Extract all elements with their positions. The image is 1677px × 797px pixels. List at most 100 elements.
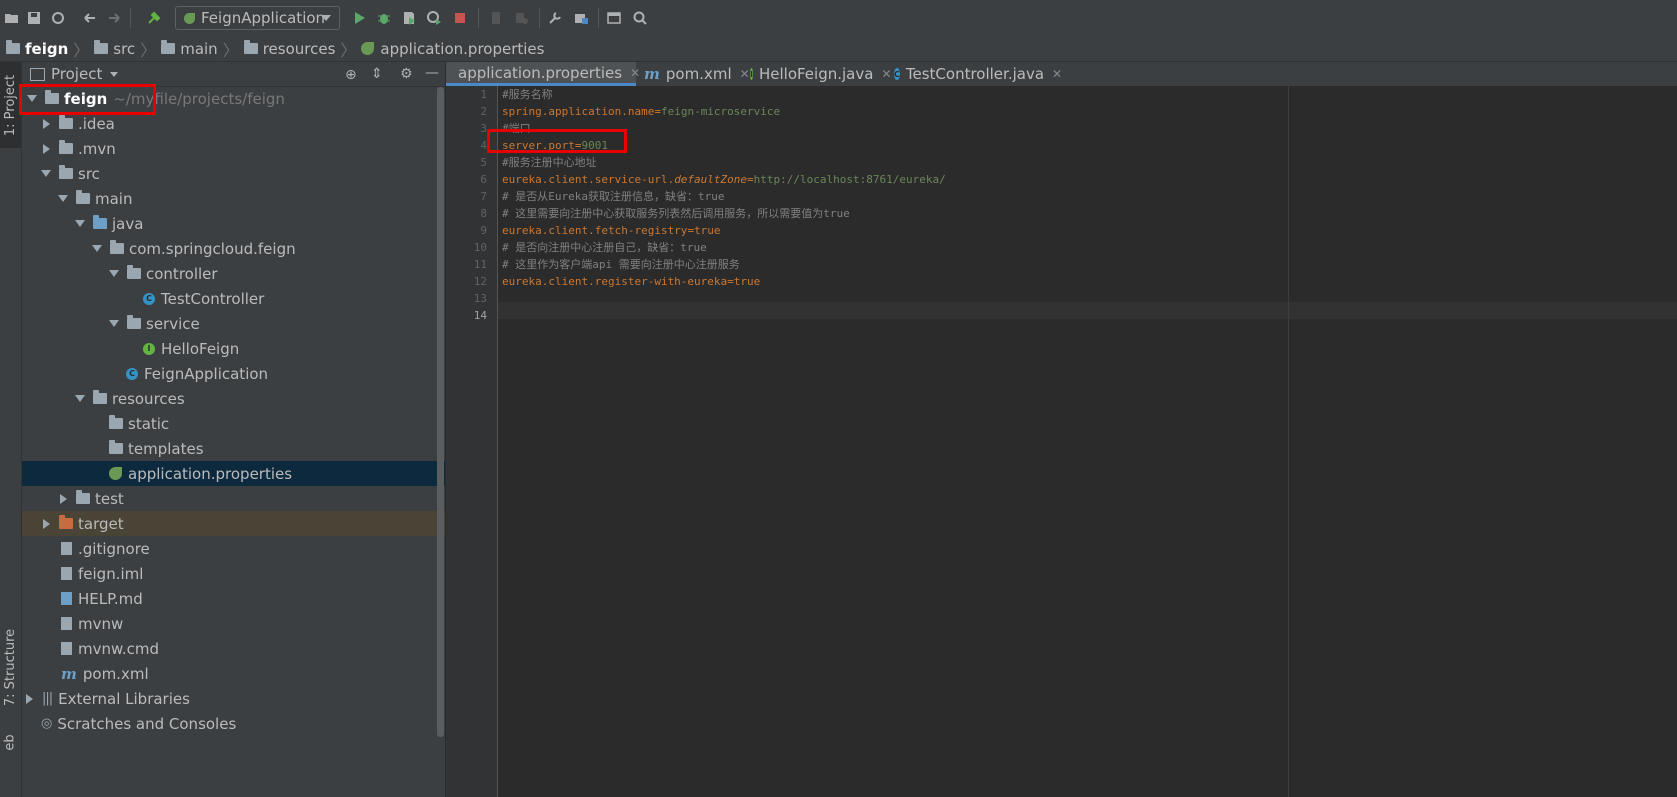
sync-icon[interactable] xyxy=(48,8,68,28)
tree-item-help-md[interactable]: HELP.md xyxy=(22,586,445,611)
expand-arrow-icon[interactable] xyxy=(58,195,68,202)
run-configuration-select[interactable]: FeignApplication xyxy=(175,6,340,30)
package-icon xyxy=(110,240,124,254)
line-number: 4 xyxy=(480,139,487,152)
tree-item-pom-xml[interactable]: m pom.xml xyxy=(22,661,445,686)
project-structure-icon[interactable] xyxy=(571,8,591,28)
tree-item-target[interactable]: target xyxy=(22,511,445,536)
tab-web-tool-window[interactable]: eb xyxy=(0,727,21,757)
tree-item-application-properties[interactable]: application.properties xyxy=(22,461,445,486)
breadcrumb-item-resources[interactable]: resources xyxy=(243,40,335,58)
debug-icon[interactable] xyxy=(374,8,394,28)
build-icon[interactable] xyxy=(144,8,164,28)
line-number: 12 xyxy=(473,275,487,288)
save-icon[interactable] xyxy=(24,8,44,28)
code-line-7: # 是否从Eureka获取注册信息，缺省：true xyxy=(502,190,725,203)
close-icon[interactable]: ✕ xyxy=(1052,67,1062,81)
collapse-arrow-icon[interactable] xyxy=(43,118,50,129)
expand-arrow-icon[interactable] xyxy=(92,245,102,252)
collapse-all-icon[interactable]: ⇕ xyxy=(371,66,383,82)
folder-icon xyxy=(94,40,109,54)
tree-item-feign-iml[interactable]: feign.iml xyxy=(22,561,445,586)
tree-item-controller[interactable]: controller xyxy=(22,261,445,286)
folder-icon xyxy=(161,40,176,54)
code-line-8: # 这里需要向注册中心获取服务列表然后调用服务，所以需要值为true xyxy=(502,207,850,220)
tree-item-external-libraries[interactable]: ||| External Libraries xyxy=(22,686,445,711)
tree-item-scratches[interactable]: ◎ Scratches and Consoles xyxy=(22,711,445,736)
source-folder-icon xyxy=(93,215,107,229)
line-number: 13 xyxy=(473,292,487,305)
collapse-arrow-icon[interactable] xyxy=(43,518,50,529)
line-number-gutter[interactable]: 1 2 3 4 5 6 7 8 9 10 11 12 13 14 xyxy=(446,86,498,797)
line-number: 2 xyxy=(480,105,487,118)
chevron-down-icon[interactable] xyxy=(110,71,119,77)
breadcrumb-item-main[interactable]: main xyxy=(161,40,218,58)
profile-icon[interactable] xyxy=(424,8,444,28)
coverage-icon[interactable] xyxy=(399,8,419,28)
folder-icon xyxy=(76,190,90,204)
code-line-11: # 这里作为客户端api 需要向注册中心注册服务 xyxy=(502,258,740,271)
project-scrollbar[interactable] xyxy=(437,87,444,797)
tree-item-gitignore[interactable]: .gitignore xyxy=(22,536,445,561)
tab-testcontroller[interactable]: C TestController.java ✕ xyxy=(888,62,1062,86)
code-line-5: #服务注册中心地址 xyxy=(502,156,597,169)
editor-tab-bar: application.properties ✕ m pom.xml ✕ I Hello… xyxy=(446,62,1677,87)
tree-item-resources[interactable]: resources xyxy=(22,386,445,411)
breadcrumb-item-src[interactable]: src xyxy=(94,40,135,58)
scratches-icon: ◎ xyxy=(41,716,52,731)
expand-arrow-icon[interactable] xyxy=(75,220,85,227)
tree-item-testcontroller[interactable]: C TestController xyxy=(22,286,445,311)
tab-structure-tool-window[interactable]: 7: Structure xyxy=(0,617,21,717)
code-editor[interactable]: #服务名称 spring.application.name=feign-micr… xyxy=(487,86,1677,797)
breadcrumb-item-feign[interactable]: feign xyxy=(6,40,68,58)
tree-item-main[interactable]: main xyxy=(22,186,445,211)
class-icon: C xyxy=(894,68,900,80)
run-icon[interactable] xyxy=(349,8,369,28)
code-line-9: eureka.client.fetch-registry=true xyxy=(502,224,721,237)
tree-item-hellofeign[interactable]: I HelloFeign xyxy=(22,336,445,361)
folder-icon xyxy=(76,490,90,504)
settings-icon[interactable] xyxy=(545,8,565,28)
minimize-icon[interactable]: — xyxy=(425,65,439,81)
project-panel-title[interactable]: Project xyxy=(51,65,102,83)
expand-arrow-icon[interactable] xyxy=(41,170,51,177)
tree-item-test[interactable]: test xyxy=(22,486,445,511)
folder-icon xyxy=(59,115,73,129)
forward-icon[interactable] xyxy=(104,8,124,28)
tree-item-mvnw[interactable]: mvnw xyxy=(22,611,445,636)
tree-item-mvnw-cmd[interactable]: mvnw.cmd xyxy=(22,636,445,661)
tab-hellofeign[interactable]: I HelloFeign.java ✕ xyxy=(744,62,892,86)
expand-arrow-icon[interactable] xyxy=(75,395,85,402)
collapse-arrow-icon[interactable] xyxy=(60,493,67,504)
stop-icon[interactable] xyxy=(450,8,470,28)
back-icon[interactable] xyxy=(80,8,100,28)
tree-item-templates[interactable]: templates xyxy=(22,436,445,461)
tree-item-java[interactable]: java xyxy=(22,211,445,236)
tree-item-feignapplication[interactable]: C FeignApplication xyxy=(22,361,445,386)
tree-item-mvn[interactable]: .mvn xyxy=(22,136,445,161)
tab-application-properties[interactable]: application.properties ✕ xyxy=(446,62,640,86)
attach-icon[interactable] xyxy=(486,8,506,28)
attach-debugger-icon[interactable] xyxy=(511,8,531,28)
terminal-icon[interactable] xyxy=(604,8,624,28)
folder-icon xyxy=(109,440,123,454)
line-number: 8 xyxy=(480,207,487,220)
expand-arrow-icon[interactable] xyxy=(109,320,119,327)
gear-icon[interactable]: ⚙ xyxy=(400,66,413,82)
collapse-arrow-icon[interactable] xyxy=(26,693,33,704)
tree-item-src[interactable]: src xyxy=(22,161,445,186)
open-icon[interactable] xyxy=(2,8,22,28)
tree-item-static[interactable]: static xyxy=(22,411,445,436)
collapse-arrow-icon[interactable] xyxy=(43,143,50,154)
tab-pom-xml[interactable]: m pom.xml ✕ xyxy=(638,62,750,86)
scrollbar-thumb[interactable] xyxy=(437,87,444,737)
breadcrumb-item-application-properties[interactable]: application.properties xyxy=(361,40,544,58)
tree-item-service[interactable]: service xyxy=(22,311,445,336)
expand-arrow-icon[interactable] xyxy=(109,270,119,277)
tab-project-tool-window[interactable]: 1: Project xyxy=(0,62,21,148)
file-icon xyxy=(61,642,72,655)
search-icon[interactable] xyxy=(630,8,650,28)
locate-file-icon[interactable]: ⊕ xyxy=(345,67,357,83)
line-number: 14 xyxy=(473,309,487,322)
tree-item-package[interactable]: com.springcloud.feign xyxy=(22,236,445,261)
